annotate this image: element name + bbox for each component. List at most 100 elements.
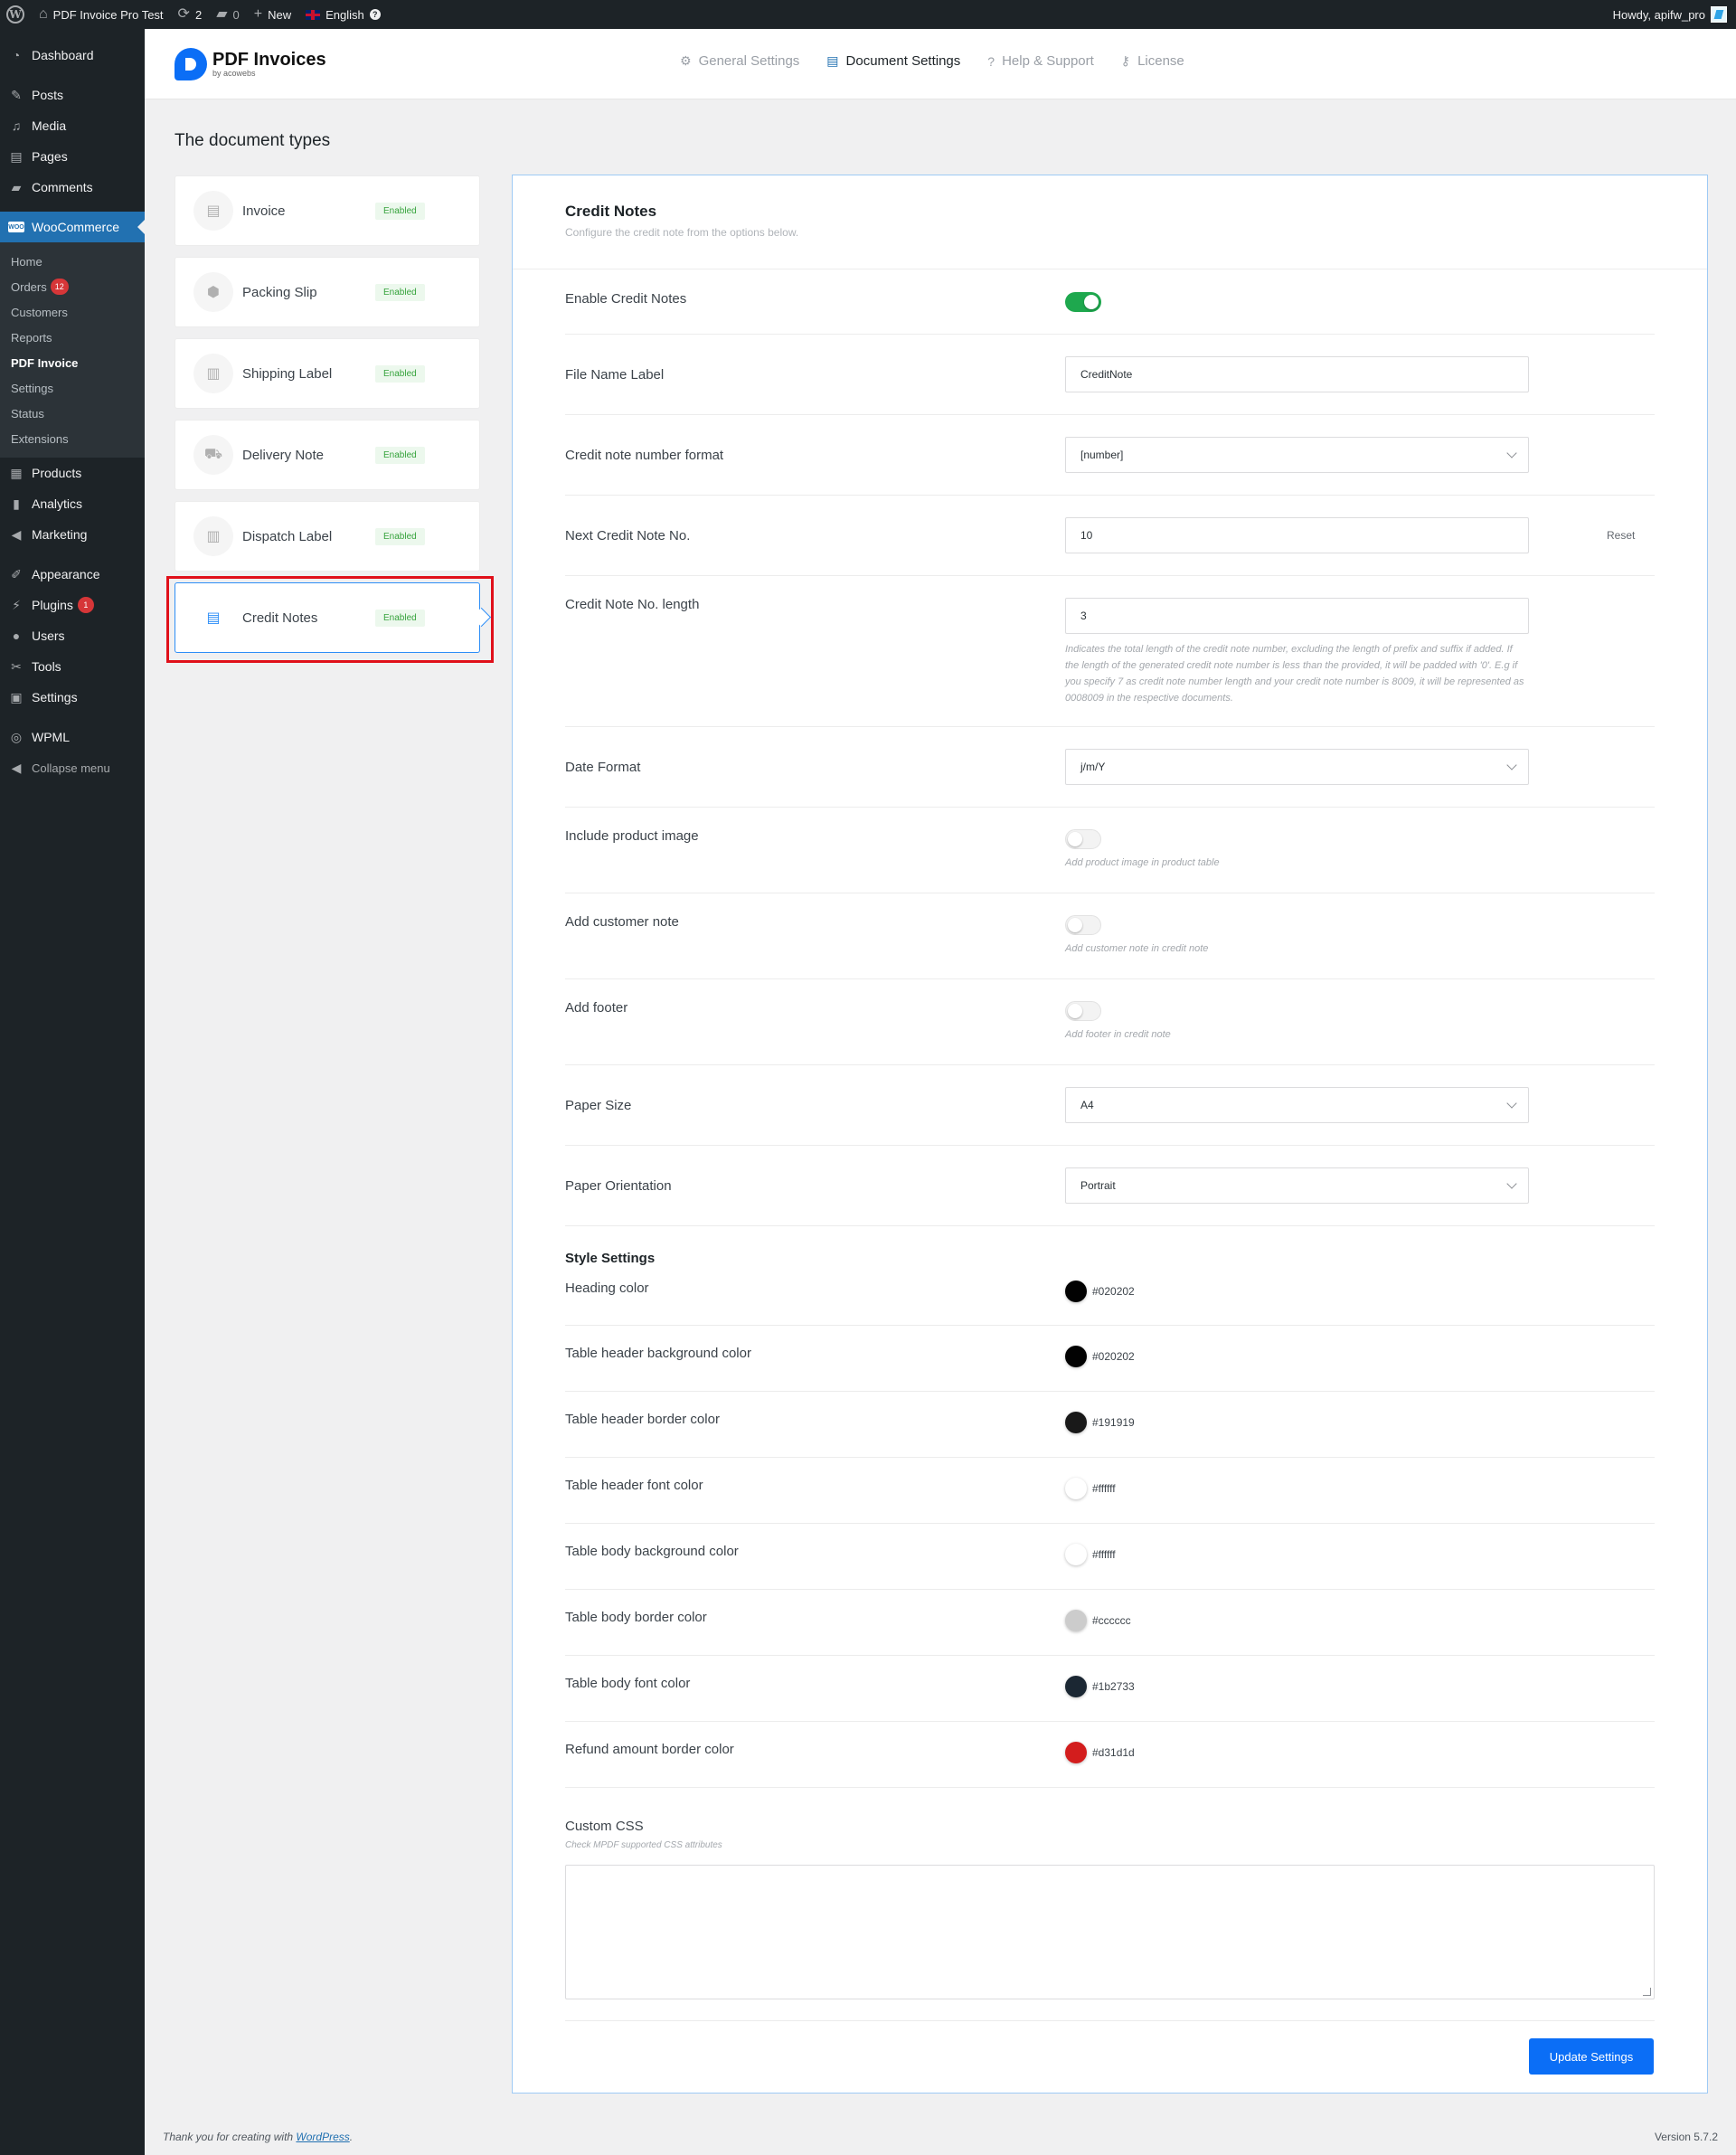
wp-logo-menu[interactable]: W: [0, 0, 32, 29]
menu-dashboard[interactable]: ◔ Dashboard: [0, 40, 145, 71]
color-swatch[interactable]: [1065, 1610, 1087, 1631]
comments-link[interactable]: ▰ 0: [209, 0, 247, 29]
menu-marketing[interactable]: ◀ Marketing: [0, 519, 145, 550]
tab-document-settings[interactable]: ▤ Document Settings: [826, 53, 960, 69]
color-swatch[interactable]: [1065, 1412, 1087, 1433]
color-swatch[interactable]: [1065, 1281, 1087, 1302]
brush-icon: ✐: [11, 566, 22, 581]
color-swatch[interactable]: [1065, 1346, 1087, 1367]
color-value: #020202: [1092, 1350, 1135, 1363]
submenu-orders[interactable]: Orders 12: [0, 274, 145, 299]
status-badge: Enabled: [375, 446, 425, 464]
row-footer: Add footer Add footer in credit note: [565, 979, 1655, 1065]
menu-settings[interactable]: ▣ Settings: [0, 682, 145, 713]
setting-label: Credit Note No. length: [565, 597, 700, 612]
new-content-link[interactable]: + New: [247, 0, 298, 29]
color-picker[interactable]: #ffffff: [1065, 1544, 1116, 1565]
color-picker[interactable]: #cccccc: [1065, 1610, 1131, 1631]
color-picker[interactable]: #191919: [1065, 1412, 1135, 1433]
menu-analytics[interactable]: ▮ Analytics: [0, 488, 145, 519]
footer-toggle[interactable]: [1065, 1001, 1101, 1021]
menu-products[interactable]: ▦ Products: [0, 458, 145, 488]
doc-type-shipping-label[interactable]: ▥ Shipping Label Enabled: [175, 338, 480, 409]
updates-link[interactable]: ⟳ 2: [171, 0, 210, 29]
tab-license[interactable]: ⚷ License: [1121, 53, 1184, 69]
box-icon: ⬢: [193, 272, 233, 312]
reset-link[interactable]: Reset: [1607, 529, 1635, 542]
menu-appearance[interactable]: ✐ Appearance: [0, 559, 145, 590]
doc-type-packing-slip[interactable]: ⬢ Packing Slip Enabled: [175, 257, 480, 327]
menu-label: WPML: [32, 730, 70, 744]
color-picker[interactable]: #1b2733: [1065, 1676, 1135, 1697]
enable-credit-notes-toggle[interactable]: [1065, 292, 1101, 312]
menu-comments[interactable]: ▰ Comments: [0, 172, 145, 203]
color-picker[interactable]: #020202: [1065, 1281, 1135, 1302]
submenu-settings[interactable]: Settings: [0, 375, 145, 401]
color-swatch[interactable]: [1065, 1676, 1087, 1697]
next-number-input[interactable]: 10: [1065, 517, 1529, 553]
menu-tools[interactable]: ✂ Tools: [0, 651, 145, 682]
collapse-menu-button[interactable]: ◀ Collapse menu: [0, 752, 145, 783]
wpml-icon: ◎: [10, 729, 23, 744]
product-image-toggle[interactable]: [1065, 829, 1101, 849]
language-switcher[interactable]: English ?: [298, 0, 388, 29]
submenu-customers[interactable]: Customers: [0, 299, 145, 325]
plug-icon: ⚡: [12, 597, 21, 612]
invoice-icon: ▤: [193, 191, 233, 231]
paper-orientation-select[interactable]: Portrait: [1065, 1167, 1529, 1204]
key-icon: ⚷: [1120, 53, 1131, 68]
my-account-menu[interactable]: Howdy, apifw_pro: [1606, 0, 1736, 29]
color-value: #ffffff: [1092, 1548, 1116, 1561]
submenu-pdf-invoice[interactable]: PDF Invoice: [0, 350, 145, 375]
file-name-input[interactable]: CreditNote: [1065, 356, 1529, 392]
customer-note-toggle[interactable]: [1065, 915, 1101, 935]
number-length-input[interactable]: 3: [1065, 598, 1529, 634]
color-swatch[interactable]: [1065, 1478, 1087, 1499]
doc-type-invoice[interactable]: ▤ Invoice Enabled: [175, 175, 480, 246]
menu-media[interactable]: ♫ Media: [0, 110, 145, 141]
submenu-extensions[interactable]: Extensions: [0, 426, 145, 451]
pdf-invoices-logo-icon: [175, 48, 207, 80]
color-picker[interactable]: #020202: [1065, 1346, 1135, 1367]
paper-size-select[interactable]: A4: [1065, 1087, 1529, 1123]
submenu-label: Settings: [11, 381, 53, 395]
wordpress-link[interactable]: WordPress: [296, 2131, 349, 2143]
date-format-select[interactable]: j/m/Y: [1065, 749, 1529, 785]
tab-label: Document Settings: [845, 53, 961, 69]
chart-icon: ▮: [13, 496, 20, 511]
color-swatch[interactable]: [1065, 1544, 1087, 1565]
menu-posts[interactable]: ✎ Posts: [0, 80, 145, 110]
admin-bar: W ⌂ PDF Invoice Pro Test ⟳ 2 ▰ 0 + New E…: [0, 0, 1736, 29]
row-paper-size: Paper Size A4: [565, 1065, 1655, 1146]
tab-general-settings[interactable]: ⚙ General Settings: [680, 53, 799, 69]
update-settings-button[interactable]: Update Settings: [1529, 2038, 1654, 2075]
collapse-icon: ◀: [11, 760, 22, 775]
menu-users[interactable]: ● Users: [0, 620, 145, 651]
submenu-reports[interactable]: Reports: [0, 325, 145, 350]
comment-icon: ▰: [216, 6, 228, 22]
credit-notes-panel: Credit Notes Configure the credit note f…: [512, 175, 1708, 2094]
submenu-home[interactable]: Home: [0, 249, 145, 274]
menu-pages[interactable]: ▤ Pages: [0, 141, 145, 172]
help-text: Add footer in credit note: [1065, 1029, 1171, 1040]
woocommerce-submenu: Home Orders 12 Customers Reports PDF Invo…: [0, 242, 145, 458]
custom-css-textarea[interactable]: [565, 1865, 1655, 1999]
tab-help-support[interactable]: ? Help & Support: [987, 53, 1094, 69]
document-icon: ▤: [826, 53, 839, 68]
doc-type-dispatch-label[interactable]: ▥ Dispatch Label Enabled: [175, 501, 480, 572]
submenu-status[interactable]: Status: [0, 401, 145, 426]
row-color: Table body border color #cccccc: [565, 1590, 1655, 1656]
comment-icon: ▰: [11, 179, 22, 194]
site-name-link[interactable]: ⌂ PDF Invoice Pro Test: [32, 0, 171, 29]
row-color: Table body background color #ffffff: [565, 1524, 1655, 1590]
menu-wpml[interactable]: ◎ WPML: [0, 722, 145, 752]
menu-woocommerce[interactable]: WOO WooCommerce: [0, 212, 145, 242]
select-value: j/m/Y: [1080, 761, 1106, 773]
number-format-select[interactable]: [number]: [1065, 437, 1529, 473]
color-picker[interactable]: #ffffff: [1065, 1478, 1116, 1499]
color-picker[interactable]: #d31d1d: [1065, 1742, 1135, 1763]
media-icon: ♫: [11, 118, 22, 133]
doc-type-delivery-note[interactable]: ⛟ Delivery Note Enabled: [175, 420, 480, 490]
menu-plugins[interactable]: ⚡ Plugins 1: [0, 590, 145, 620]
color-swatch[interactable]: [1065, 1742, 1087, 1763]
